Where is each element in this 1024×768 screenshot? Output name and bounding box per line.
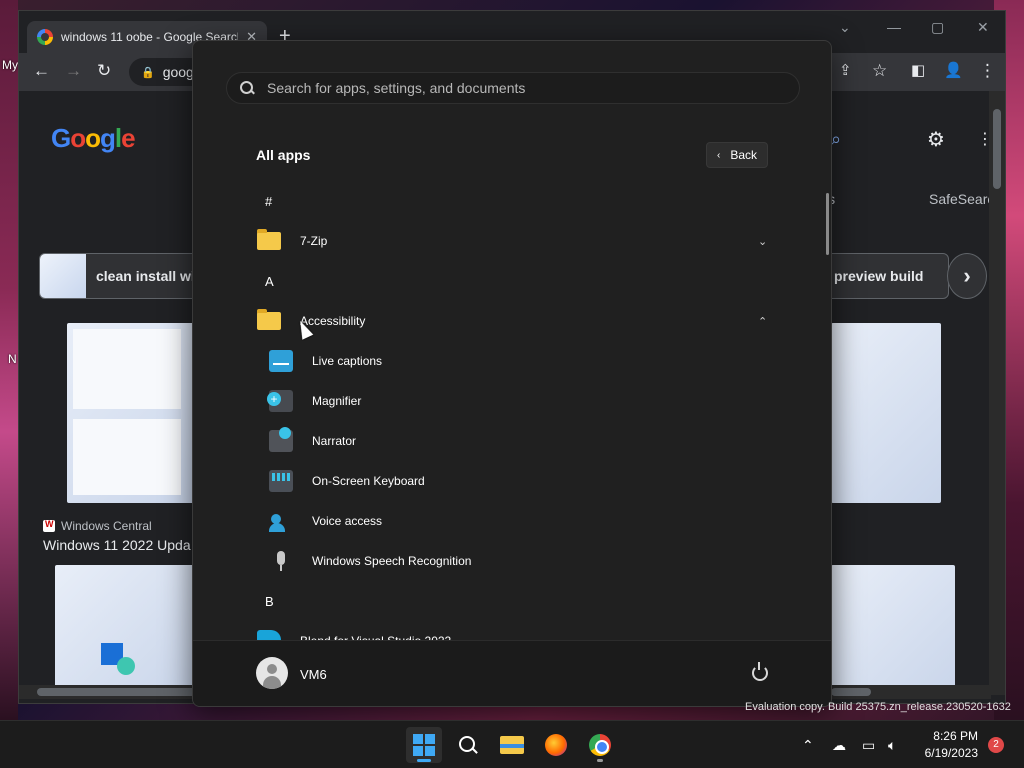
- section-header-b[interactable]: B: [193, 581, 823, 621]
- file-explorer-button[interactable]: [494, 727, 530, 763]
- share-icon[interactable]: ⇪: [839, 61, 852, 79]
- lock-icon: 🔒: [141, 66, 155, 79]
- chevron-down-icon: ⌄: [758, 235, 768, 248]
- all-apps-heading: All apps: [256, 147, 311, 163]
- app-windows-speech-recognition[interactable]: Windows Speech Recognition: [193, 541, 823, 581]
- chip-scroll-right-button[interactable]: ›: [947, 253, 987, 299]
- bookmark-star-icon[interactable]: ☆: [872, 61, 887, 81]
- safesearch-label[interactable]: SafeSearch: [929, 191, 991, 207]
- maximize-button[interactable]: ▢: [931, 19, 944, 36]
- voice-access-icon: [269, 510, 293, 532]
- app-voice-access[interactable]: Voice access: [193, 501, 823, 541]
- image-result-thumbnail[interactable]: [67, 323, 197, 503]
- app-label: Magnifier: [312, 394, 362, 408]
- section-header-hash[interactable]: #: [193, 181, 823, 221]
- app-live-captions[interactable]: Live captions: [193, 341, 823, 381]
- windows-central-favicon-icon: [43, 519, 55, 532]
- firefox-icon: [545, 734, 567, 756]
- back-button[interactable]: ‹ Back: [706, 142, 768, 168]
- firefox-button[interactable]: [538, 727, 574, 763]
- address-text: goog: [162, 64, 194, 80]
- folder-icon: [257, 229, 281, 250]
- image-result-thumbnail[interactable]: [831, 323, 941, 503]
- network-offline-icon[interactable]: ☁: [832, 737, 846, 754]
- forward-arrow-icon[interactable]: →: [65, 61, 82, 81]
- menu-kebab-icon[interactable]: ⋮: [979, 61, 996, 81]
- evaluation-watermark: Evaluation copy. Build 25375.zn_release.…: [745, 701, 1011, 713]
- notification-badge[interactable]: 2: [988, 737, 1004, 753]
- user-name[interactable]: VM6: [300, 667, 327, 682]
- start-menu: All apps ‹ Back # 7-Zip ⌄ A Accessibilit…: [192, 40, 832, 707]
- power-icon[interactable]: [752, 662, 768, 681]
- app-label: Voice access: [312, 514, 383, 528]
- search-icon: [239, 80, 255, 96]
- chip-label: preview build: [834, 268, 924, 284]
- file-explorer-icon: [500, 736, 524, 754]
- folder-label: 7-Zip: [300, 234, 328, 248]
- search-icon[interactable]: ⌕: [831, 129, 841, 150]
- narrator-icon: [269, 427, 293, 452]
- vertical-scrollbar[interactable]: [989, 91, 1005, 695]
- app-label: Narrator: [312, 434, 357, 448]
- side-panel-icon[interactable]: ◧: [911, 61, 925, 79]
- chrome-icon: [589, 734, 611, 756]
- result-title[interactable]: Windows 11 2022 Upda: [43, 537, 191, 553]
- app-narrator[interactable]: Narrator: [193, 421, 823, 461]
- app-on-screen-keyboard[interactable]: On-Screen Keyboard: [193, 461, 823, 501]
- start-menu-scrollbar[interactable]: [826, 193, 829, 255]
- settings-gear-icon[interactable]: ⚙: [927, 127, 945, 152]
- search-icon: [459, 736, 477, 754]
- section-header-a[interactable]: A: [193, 261, 823, 301]
- start-menu-footer: VM6: [193, 640, 831, 706]
- live-captions-icon: [269, 350, 293, 372]
- app-label: Live captions: [312, 354, 383, 368]
- app-label: On-Screen Keyboard: [312, 474, 425, 488]
- taskbar: ⌃ ☁ ▭ 🔈︎ 8:26 PM 6/19/2023 2: [0, 720, 1024, 768]
- reload-icon[interactable]: ↻: [97, 61, 111, 81]
- folder-accessibility[interactable]: Accessibility ⌃: [193, 301, 823, 341]
- result-source[interactable]: Windows Central: [43, 519, 152, 533]
- folder-label: Accessibility: [300, 314, 366, 328]
- chip-thumbnail: [40, 254, 86, 298]
- desktop-icon-label[interactable]: My: [2, 58, 18, 72]
- clock[interactable]: 8:26 PM 6/19/2023: [920, 728, 978, 762]
- speech-recognition-icon: [269, 550, 293, 572]
- display-icon[interactable]: ▭: [862, 737, 875, 754]
- volume-icon[interactable]: 🔈︎: [888, 737, 896, 754]
- image-result-thumbnail[interactable]: [831, 565, 955, 695]
- windows-logo-icon: [413, 734, 435, 756]
- on-screen-keyboard-icon: [269, 470, 293, 492]
- app-label: Windows Speech Recognition: [312, 554, 472, 568]
- user-avatar[interactable]: [256, 657, 288, 689]
- all-apps-list: # 7-Zip ⌄ A Accessibility ⌃ Live caption…: [193, 181, 831, 643]
- google-favicon-icon: [37, 29, 53, 45]
- image-result-thumbnail[interactable]: [55, 565, 197, 695]
- google-doodle-logo[interactable]: Google: [51, 123, 136, 154]
- chip-label: clean install wi: [96, 268, 195, 284]
- chevron-left-icon: ‹: [716, 149, 721, 161]
- desktop-icon-label[interactable]: N: [8, 352, 17, 366]
- taskbar-search-button[interactable]: [450, 727, 486, 763]
- folder-icon: [257, 309, 281, 330]
- tab-search-icon[interactable]: ⌄: [839, 19, 851, 36]
- profile-icon[interactable]: 👤: [944, 61, 963, 79]
- magnifier-icon: [267, 390, 293, 412]
- clock-date: 6/19/2023: [924, 746, 978, 760]
- related-search-chip[interactable]: preview build: [819, 253, 949, 299]
- back-label: Back: [730, 148, 758, 162]
- show-hidden-icons-chevron-icon[interactable]: ⌃: [802, 737, 814, 754]
- start-button[interactable]: [406, 727, 442, 763]
- minimize-button[interactable]: —: [887, 19, 901, 35]
- close-window-button[interactable]: ✕: [977, 19, 989, 36]
- start-search-box[interactable]: [226, 72, 800, 104]
- clock-time: 8:26 PM: [933, 729, 978, 743]
- folder-7zip[interactable]: 7-Zip ⌄: [193, 221, 823, 261]
- start-search-input[interactable]: [267, 80, 767, 96]
- chrome-button[interactable]: [582, 727, 618, 763]
- chevron-up-icon: ⌃: [758, 315, 768, 328]
- app-magnifier[interactable]: Magnifier: [193, 381, 823, 421]
- back-arrow-icon[interactable]: ←: [33, 61, 50, 81]
